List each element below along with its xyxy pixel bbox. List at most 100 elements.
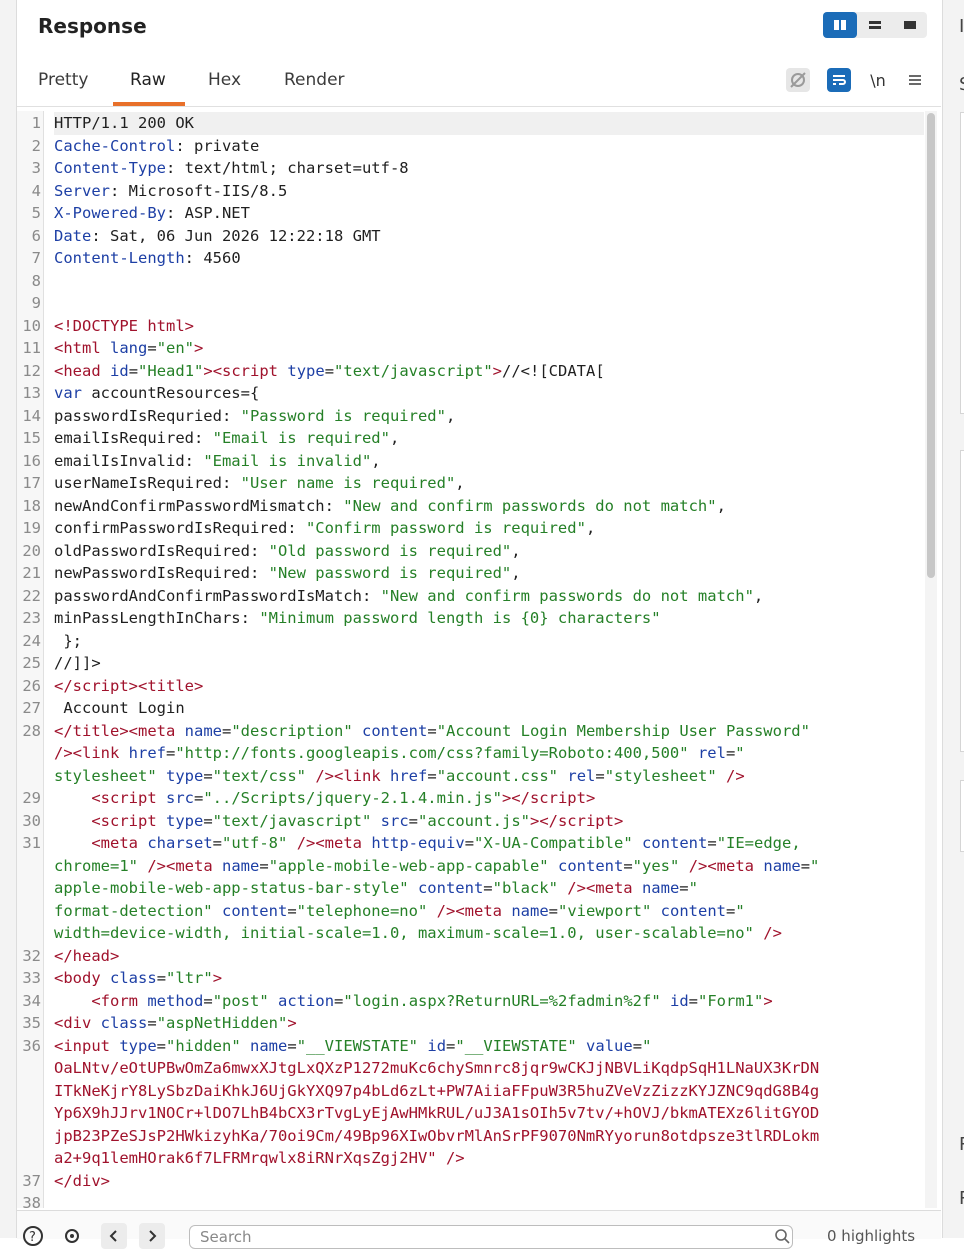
line-number: 29 <box>22 789 41 807</box>
code-line: //]]> <box>54 654 101 672</box>
line-number: 23 <box>22 609 41 627</box>
code-line: <html lang="en"> <box>54 339 204 357</box>
code-line: Cache-Control: private <box>54 136 260 155</box>
code-line: <meta charset="utf-8" /><meta http-equiv… <box>91 834 801 852</box>
wrap-lines-button[interactable] <box>827 68 851 92</box>
panel-title: Response <box>38 14 147 38</box>
next-match-button[interactable] <box>139 1223 165 1249</box>
previous-match-button[interactable] <box>101 1223 127 1249</box>
inspector-section-glyph[interactable]: S <box>959 74 964 95</box>
line-number: 37 <box>22 1171 41 1190</box>
search-input[interactable]: Search <box>189 1225 793 1249</box>
settings-icon <box>65 1229 79 1243</box>
line-number: 13 <box>22 384 41 402</box>
line-number: 6 <box>31 226 41 245</box>
line-number: 4 <box>31 181 41 200</box>
code-line: a2+9q1lemHOrak6f7LFRMrqwlx8iRNrXqsZgj2HV… <box>54 1149 465 1167</box>
code-line: </div> <box>54 1171 110 1190</box>
code-line: <div class="aspNetHidden"> <box>54 1014 297 1032</box>
raw-response-editor[interactable]: 1 HTTP/1.1 200 OK 2 Cache-Control: private 3… <box>17 111 941 1208</box>
line-number: 34 <box>22 991 41 1010</box>
code-line: stylesheet" type="text/css" /><link href… <box>54 766 745 785</box>
inspector-row-glyph-1[interactable]: R <box>959 1134 964 1155</box>
tab-raw[interactable]: Raw <box>130 70 166 90</box>
code-line: X-Powered-By: ASP.NET <box>54 204 250 222</box>
inspector-row-glyph-2[interactable]: R <box>959 1188 964 1209</box>
line-number: 32 <box>22 946 41 965</box>
line-number: 25 <box>22 654 41 672</box>
help-button[interactable]: ? <box>20 1223 46 1249</box>
line-number: 28 <box>22 721 41 740</box>
line-number: 36 <box>22 1036 41 1055</box>
code-line: format-detection" content="telephone=no"… <box>54 901 745 920</box>
code-line: jpB23PZeSJsP2HWkizyhKa/70oi9Cm/49Bp96XIw… <box>54 1126 820 1145</box>
layout-split-icon <box>834 20 846 30</box>
menu-icon <box>909 75 921 85</box>
code-line: <body class="ltr"> <box>54 969 223 987</box>
tab-pretty[interactable]: Pretty <box>38 70 88 90</box>
line-number: 10 <box>22 316 41 335</box>
code-line: <script type="text/javascript" src="acco… <box>91 811 624 830</box>
code-line: oldPasswordIsRequired: "Old password is … <box>54 541 521 560</box>
code-line: OaLNtv/eOtUPBwOmZa6mwxXJtgLxQXzP1272muKc… <box>54 1059 820 1077</box>
code-line: var accountResources={ <box>54 384 260 402</box>
tab-hex[interactable]: Hex <box>208 70 241 90</box>
forward-arrow-icon <box>149 1230 157 1242</box>
line-number: 3 <box>31 159 41 177</box>
line-number: 35 <box>22 1014 41 1032</box>
highlights-count: 0 highlights <box>827 1227 916 1245</box>
line-number: 12 <box>22 361 41 380</box>
wrap-lines-icon <box>833 75 846 85</box>
code-line: passwordAndConfirmPasswordIsMatch: "New … <box>54 586 764 605</box>
layout-split-button[interactable] <box>823 12 857 38</box>
line-number: 38 <box>22 1194 41 1208</box>
line-number: 20 <box>22 541 41 560</box>
code-line: width=device-width, initial-scale=1.0, m… <box>54 924 782 942</box>
line-number: 21 <box>22 564 41 582</box>
layout-single-icon <box>904 21 916 29</box>
code-line: userNameIsRequired: "User name is requir… <box>54 474 465 492</box>
code-line: Content-Length: 4560 <box>54 249 241 267</box>
line-number: 5 <box>31 204 41 222</box>
inspector-box-1 <box>960 112 964 414</box>
code-line: ITkNeKjrY8LySbzDaiKhkJ6UjGkYXQ97p4bLd6zL… <box>54 1081 820 1100</box>
line-number: 17 <box>22 474 41 492</box>
inspector-tab-glyph[interactable]: I <box>959 16 964 37</box>
scrollbar-thumb[interactable] <box>927 113 935 578</box>
line-number: 18 <box>22 496 41 515</box>
line-number: 11 <box>22 339 41 357</box>
line-number: 33 <box>22 969 41 987</box>
menu-button[interactable] <box>903 68 927 92</box>
line-number: 24 <box>22 631 41 650</box>
hide-nonprinting-button[interactable] <box>786 68 810 92</box>
settings-button[interactable] <box>59 1223 85 1249</box>
code-line: Account Login <box>54 699 185 717</box>
line-number: 30 <box>22 811 41 830</box>
code-line: <form method="post" action="login.aspx?R… <box>91 991 773 1010</box>
code-line: minPassLengthInChars: "Minimum password … <box>54 609 661 627</box>
inspector-box-2 <box>960 450 964 752</box>
code-line: chrome=1" /><meta name="apple-mobile-web… <box>54 856 820 875</box>
layout-horizontal-button[interactable] <box>858 12 892 38</box>
code-line: <input type="hidden" name="__VIEWSTATE" … <box>54 1036 652 1055</box>
back-arrow-icon <box>109 1230 117 1242</box>
code-line: Content-Type: text/html; charset=utf-8 <box>54 159 409 177</box>
code-line: apple-mobile-web-app-status-bar-style" c… <box>54 879 698 897</box>
line-number: 9 <box>31 294 41 312</box>
line-number: 8 <box>31 271 41 290</box>
line-number: 27 <box>22 699 41 717</box>
tab-render[interactable]: Render <box>284 70 345 90</box>
code-line: Server: Microsoft-IIS/8.5 <box>54 181 288 200</box>
line-number: 2 <box>31 136 41 155</box>
line-number: 7 <box>31 249 41 267</box>
editor-scrollbar[interactable] <box>925 111 937 1208</box>
hide-nonprinting-icon <box>790 72 806 88</box>
code-line: /><link href="http://fonts.googleapis.co… <box>54 744 745 762</box>
response-panel: Response Pretty Raw Hex Render \n 1 HTTP/… <box>17 0 941 1249</box>
newline-icon[interactable]: \n <box>866 68 890 92</box>
layout-single-button[interactable] <box>893 12 927 38</box>
code-line: </head> <box>54 946 120 965</box>
search-icon <box>769 1223 795 1249</box>
code-line: emailIsInvalid: "Email is invalid", <box>54 451 381 470</box>
code-line: <head id="Head1"><script type="text/java… <box>54 361 605 380</box>
